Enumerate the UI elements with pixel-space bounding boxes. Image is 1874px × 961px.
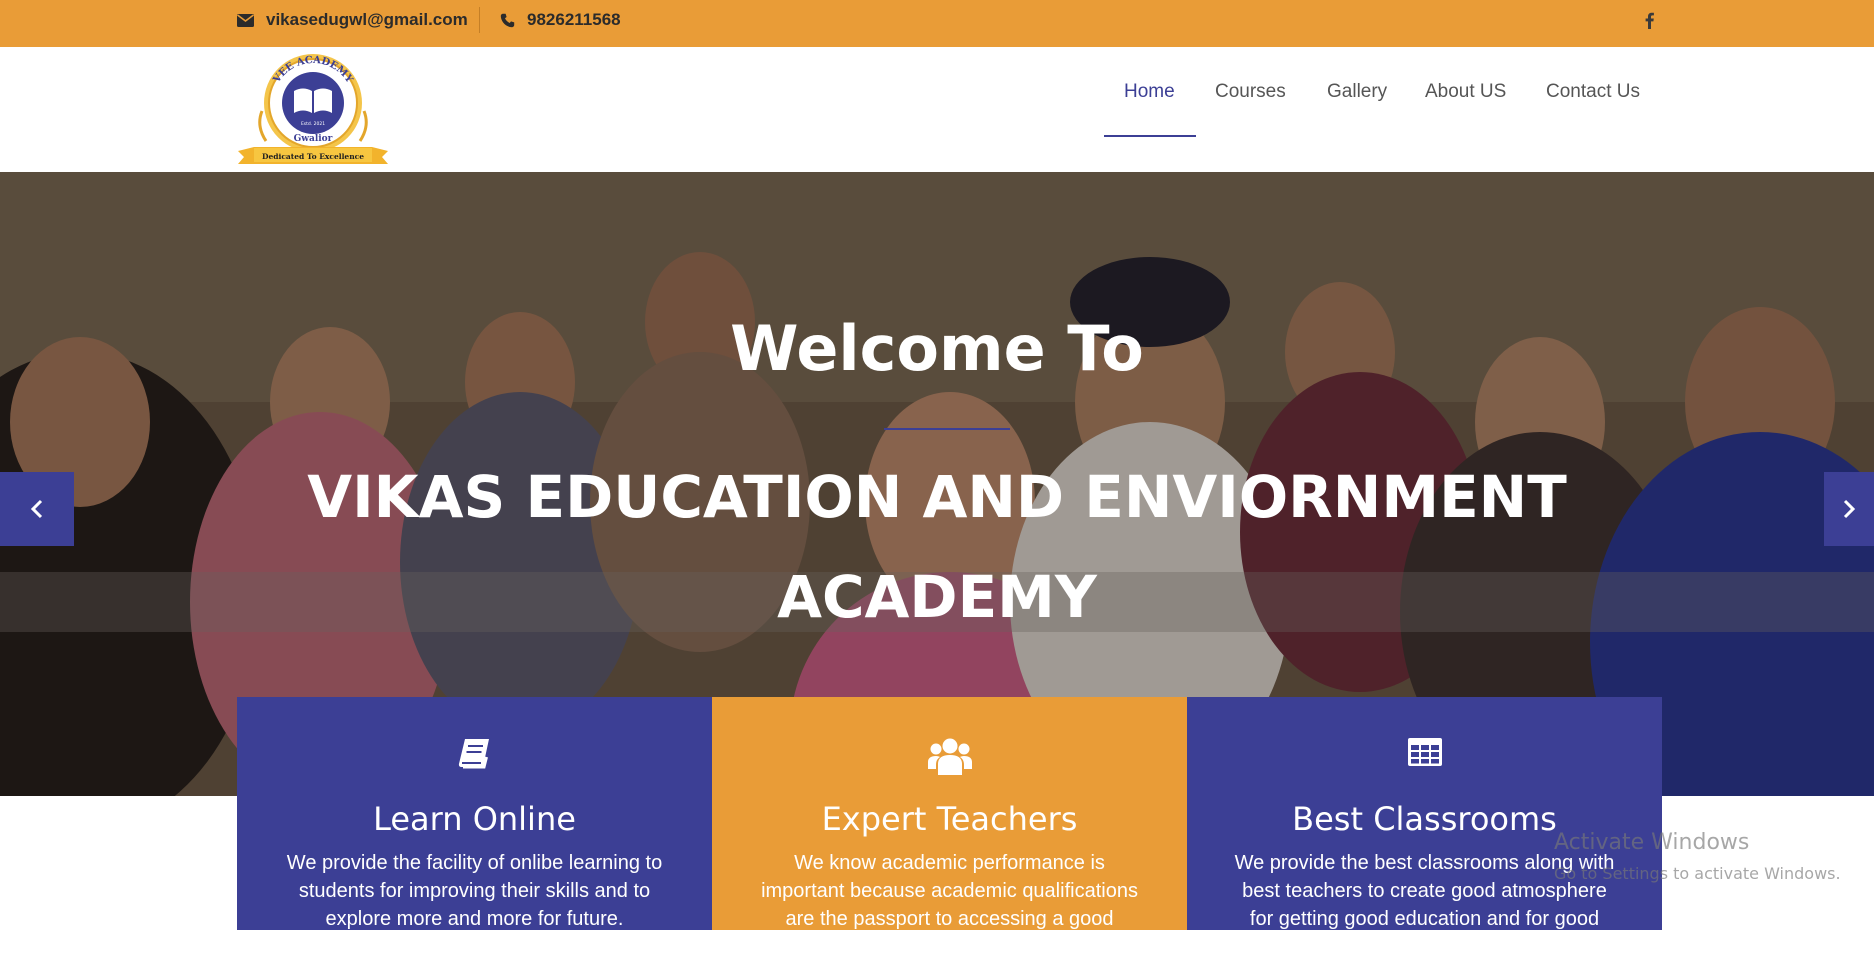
logo-est-text: Estd. 2021 bbox=[301, 121, 325, 127]
phone-icon bbox=[500, 13, 515, 27]
feature-cards: Learn Online We provide the facility of … bbox=[237, 697, 1662, 958]
feature-card-expert-teachers: Expert Teachers We know academic perform… bbox=[712, 697, 1187, 958]
email-text[interactable]: vikasedugwl@gmail.com bbox=[266, 10, 468, 30]
academy-logo[interactable]: VEE ACADEMY Estd. 2021 Gwalior Dedicated… bbox=[236, 51, 390, 169]
windows-activation-title: Activate Windows bbox=[1554, 830, 1750, 855]
chevron-right-icon bbox=[1843, 499, 1856, 519]
top-bar: vikasedugwl@gmail.com 9826211568 bbox=[0, 0, 1874, 47]
nav-active-indicator bbox=[1104, 135, 1196, 137]
feature-card-text: We provide the facility of onlibe learni… bbox=[286, 852, 663, 930]
phone-contact[interactable]: 9826211568 bbox=[500, 0, 621, 40]
nav-gallery[interactable]: Gallery bbox=[1327, 81, 1387, 103]
nav-contact-us[interactable]: Contact Us bbox=[1546, 81, 1640, 103]
table-icon bbox=[1407, 738, 1442, 766]
envelope-icon bbox=[237, 13, 254, 27]
phone-text[interactable]: 9826211568 bbox=[527, 10, 621, 30]
logo-city-text: Gwalior bbox=[294, 134, 333, 144]
nav-courses[interactable]: Courses bbox=[1215, 81, 1286, 103]
topbar-divider bbox=[479, 7, 480, 33]
feature-card-title: Learn Online bbox=[373, 800, 576, 838]
site-header: VEE ACADEMY Estd. 2021 Gwalior Dedicated… bbox=[0, 47, 1874, 172]
hero-divider bbox=[884, 428, 1010, 430]
facebook-icon bbox=[1645, 12, 1654, 29]
hero-welcome-heading: Welcome To bbox=[730, 312, 1144, 385]
feature-card-title: Expert Teachers bbox=[821, 800, 1078, 838]
facebook-link[interactable] bbox=[1640, 8, 1658, 32]
feature-card-text: We know academic performance is importan… bbox=[761, 852, 1138, 958]
slider-next-button[interactable] bbox=[1824, 472, 1874, 546]
nav-home[interactable]: Home bbox=[1124, 81, 1175, 103]
nav-about-us[interactable]: About US bbox=[1425, 81, 1506, 103]
book-icon bbox=[458, 739, 489, 769]
windows-activation-subtitle: Go to Settings to activate Windows. bbox=[1554, 864, 1841, 883]
slider-prev-button[interactable] bbox=[0, 472, 74, 546]
chevron-left-icon bbox=[30, 499, 43, 519]
users-icon bbox=[927, 738, 972, 775]
feature-card-learn-online: Learn Online We provide the facility of … bbox=[237, 697, 712, 930]
logo-ribbon-text: Dedicated To Excellence bbox=[262, 152, 364, 161]
hero-academy-title: VIKAS EDUCATION AND ENVIORNMENT ACADEMY bbox=[307, 463, 1567, 631]
feature-card-best-classrooms: Best Classrooms We provide the best clas… bbox=[1187, 697, 1662, 958]
email-contact[interactable]: vikasedugwl@gmail.com bbox=[237, 0, 468, 40]
